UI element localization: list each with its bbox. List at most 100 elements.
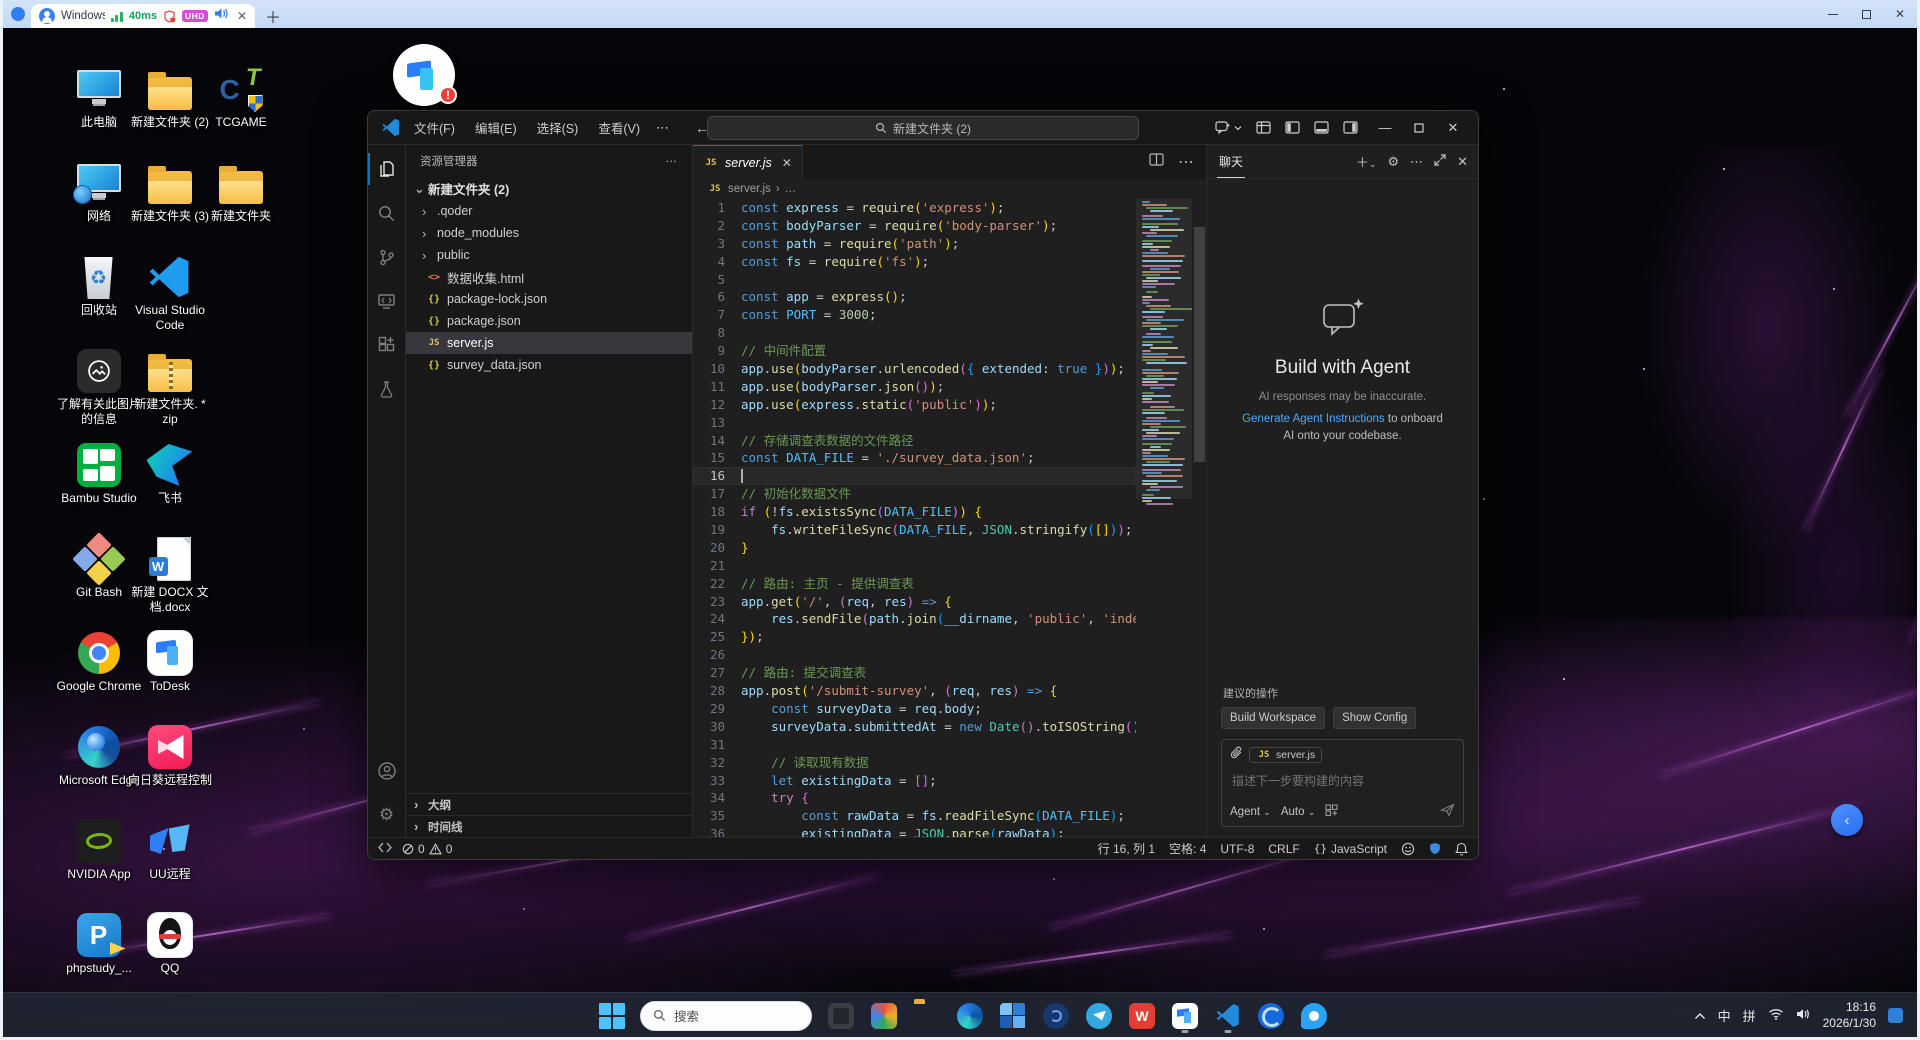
clock[interactable]: 18:16 2026/1/30 — [1823, 1000, 1876, 1031]
taskbar-search[interactable]: 搜索 — [640, 1001, 812, 1031]
chat-more-icon[interactable]: ⋯ — [1410, 154, 1423, 170]
tree-item-package.json[interactable]: {}package.json — [406, 310, 692, 332]
status-item-4[interactable]: {} JavaScript — [1314, 842, 1387, 856]
taskbar-app-app-window[interactable] — [827, 998, 855, 1034]
status-item-0[interactable]: 行 16, 列 1 — [1098, 840, 1155, 857]
copilot-chat-icon[interactable] — [1215, 121, 1242, 135]
menu-overflow-icon[interactable]: ⋯ — [648, 120, 677, 136]
action-button-build-workspace[interactable]: Build Workspace — [1221, 707, 1325, 729]
quality-badge[interactable]: UHD — [182, 10, 208, 22]
notifications-bell-icon[interactable] — [1455, 842, 1468, 856]
explorer-more-icon[interactable]: ⋯ — [666, 154, 679, 168]
customize-layout-icon[interactable] — [1256, 121, 1271, 134]
toggle-sidebar-icon[interactable] — [1285, 121, 1300, 134]
activity-extensions-icon[interactable] — [368, 323, 406, 367]
chat-input-placeholder[interactable]: 描述下一步要构建的内容 — [1232, 772, 1455, 789]
activity-search-icon[interactable] — [368, 191, 406, 235]
command-search-box[interactable]: 新建文件夹 (2) — [707, 116, 1139, 140]
breadcrumb[interactable]: JS server.js › … — [693, 179, 1206, 199]
chat-close-icon[interactable]: ✕ — [1457, 154, 1468, 170]
generate-instructions-link[interactable]: Generate Agent Instructions — [1242, 413, 1385, 425]
desktop-icon-uu[interactable]: UU远程 — [134, 816, 205, 882]
taskbar-app-microsoft-edge[interactable] — [956, 998, 984, 1034]
desktop-icon-folder[interactable]: 新建文件夹 (2) — [134, 64, 205, 130]
security-shield-icon[interactable] — [163, 10, 176, 23]
activity-remote-explorer-icon[interactable] — [368, 279, 406, 323]
desktop-icon-chrome[interactable]: Google Chrome — [63, 628, 134, 694]
desktop-icon-network[interactable]: 网络 — [63, 158, 134, 224]
settings-gear-icon[interactable]: ⚙ — [368, 793, 406, 837]
taskbar-app-app-blue-tiles[interactable] — [999, 998, 1027, 1034]
tree-item-.qoder[interactable]: ›.qoder — [406, 200, 692, 222]
ime-indicator[interactable]: 中 — [1718, 1006, 1731, 1025]
desktop-icon-vscode[interactable]: Visual Studio Code — [134, 252, 205, 333]
audio-icon[interactable] — [214, 7, 229, 25]
close-session-icon[interactable]: ✕ — [237, 9, 247, 23]
taskbar-app-telegram[interactable] — [1085, 998, 1113, 1034]
mode-selector[interactable]: Agent ⌄ — [1230, 806, 1271, 818]
taskbar-app-app-navy[interactable] — [1042, 998, 1070, 1034]
window-maximize-icon[interactable] — [1402, 113, 1436, 143]
chat-tab-label[interactable]: 聊天 — [1217, 145, 1245, 178]
desktop-icon-docx[interactable]: W新建 DOCX 文档.docx — [134, 534, 205, 615]
context-chip-server-js[interactable]: JS server.js — [1249, 747, 1322, 763]
tree-item-数据收集.html[interactable]: <>数据收集.html — [406, 266, 692, 288]
start-button[interactable] — [599, 1003, 625, 1029]
taskbar-app-visual-studio-code[interactable] — [1214, 998, 1242, 1034]
ime-pinyin-indicator[interactable]: 拼 — [1743, 1006, 1756, 1025]
desktop-icon-photo[interactable]: 了解有关此图片的信息 — [63, 346, 134, 427]
menu-item-3[interactable]: 查看(V) — [590, 115, 648, 140]
tree-item-package-lock.json[interactable]: {}package-lock.json — [406, 288, 692, 310]
feedback-smiley-icon[interactable] — [1401, 842, 1415, 856]
status-item-2[interactable]: UTF-8 — [1220, 842, 1254, 856]
attach-context-icon[interactable] — [1230, 746, 1243, 764]
window-minimize-icon[interactable]: — — [1368, 113, 1402, 143]
maximize-icon[interactable] — [1862, 10, 1871, 19]
status-item-1[interactable]: 空格: 4 — [1169, 840, 1206, 857]
code-editor[interactable]: 1const express = require('express');2con… — [693, 199, 1206, 837]
remote-indicator-icon[interactable] — [378, 842, 392, 856]
desktop-icon-recycle[interactable]: ♻回收站 — [63, 252, 134, 318]
desktop-icon-folder[interactable]: 新建文件夹 (3) — [134, 158, 205, 224]
desktop-icon-bambu[interactable]: Bambu Studio — [63, 440, 134, 506]
desktop-icon-qq[interactable]: QQ — [134, 910, 205, 976]
desktop-icon-monitor[interactable]: 此电脑 — [63, 64, 134, 130]
volume-icon[interactable] — [1796, 1007, 1811, 1025]
chat-expand-icon[interactable] — [1434, 154, 1446, 169]
taskbar-app-app-colorful[interactable] — [870, 998, 898, 1034]
todesk-floating-logo[interactable]: ! — [393, 44, 455, 106]
menu-item-2[interactable]: 选择(S) — [529, 115, 587, 140]
tree-item-node_modules[interactable]: ›node_modules — [406, 222, 692, 244]
taskbar-app-todesk[interactable] — [1171, 998, 1199, 1034]
remote-session-tab[interactable]: Windows-Y... 40ms UHD ✕ — [31, 4, 255, 28]
activity-source-control-icon[interactable] — [368, 235, 406, 279]
security-status-icon[interactable] — [1429, 842, 1441, 855]
status-item-3[interactable]: CRLF — [1268, 842, 1299, 856]
outline-section[interactable]: › 大纲 — [406, 793, 692, 815]
desktop-icon-sunflower[interactable]: 向日葵远程控制 — [134, 722, 205, 788]
activity-testing-icon[interactable] — [368, 367, 406, 411]
menu-item-1[interactable]: 编辑(E) — [467, 115, 525, 140]
new-chat-icon[interactable]: ＋⌄ — [1356, 152, 1377, 171]
problems-indicator[interactable]: 0 0 — [402, 842, 452, 856]
model-selector[interactable]: Auto ⌄ — [1281, 806, 1315, 818]
menu-item-0[interactable]: 文件(F) — [406, 115, 463, 140]
notification-center-icon[interactable] — [1888, 1008, 1903, 1023]
chat-input-box[interactable]: JS server.js 描述下一步要构建的内容 Agent ⌄ Auto ⌄ — [1221, 739, 1464, 827]
desktop-icon-feishu[interactable]: 飞书 — [134, 440, 205, 506]
desktop-icon-edge[interactable]: Microsoft Edge — [63, 722, 134, 788]
desktop-icon-zip[interactable]: 新建文件夹. * zip — [134, 346, 205, 427]
minimize-icon[interactable] — [1828, 14, 1838, 15]
new-session-button[interactable]: ＋ — [265, 4, 281, 28]
taskbar-app-app-blue-swirl[interactable] — [1257, 998, 1285, 1034]
editor-actions-more-icon[interactable]: ⋯ — [1178, 152, 1194, 172]
desktop-icon-tcgame[interactable]: TCTCGAME — [205, 64, 276, 130]
tab-server-js[interactable]: JS server.js ✕ — [693, 145, 803, 179]
floating-toolbar-ball[interactable]: ‹ — [1831, 804, 1863, 836]
tools-icon[interactable] — [1325, 804, 1338, 819]
desktop-icon-nvidia[interactable]: NVIDIA App — [63, 816, 134, 882]
tree-item-survey_data.json[interactable]: {}survey_data.json — [406, 354, 692, 376]
taskbar-app-app-chat-bubble[interactable] — [1300, 998, 1328, 1034]
tab-close-icon[interactable]: ✕ — [782, 156, 792, 170]
chat-settings-gear-icon[interactable]: ⚙ — [1387, 154, 1399, 170]
